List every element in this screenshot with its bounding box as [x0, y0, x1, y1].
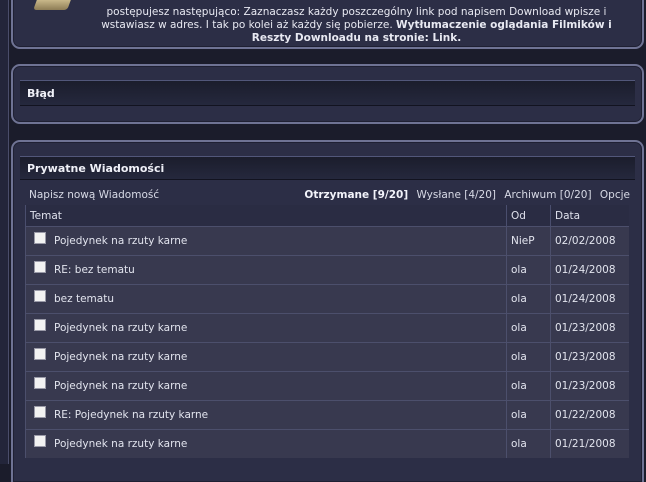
- pm-subnav: Napisz nową Wiadomość Otrzymane [9/20] W…: [27, 189, 630, 205]
- options-link[interactable]: Opcje: [600, 189, 630, 201]
- message-subject-link[interactable]: RE: Pojedynek na rzuty karne: [54, 409, 208, 421]
- select-checkbox[interactable]: [34, 232, 46, 244]
- table-row[interactable]: Pojedynek na rzuty karne ola 01/23/2008: [25, 313, 629, 343]
- message-subject-cell: Pojedynek na rzuty karne: [25, 342, 507, 372]
- message-from[interactable]: ola: [506, 400, 551, 430]
- folder-archive-link[interactable]: Archiwum [0/20]: [504, 189, 591, 201]
- message-subject-cell: Pojedynek na rzuty karne: [25, 313, 507, 343]
- message-subject-link[interactable]: Pojedynek na rzuty karne: [54, 380, 187, 392]
- table-row[interactable]: Pojedynek na rzuty karne ola 01/23/2008: [25, 342, 629, 372]
- message-subject-link[interactable]: Pojedynek na rzuty karne: [54, 235, 187, 247]
- table-row[interactable]: bez tematu ola 01/24/2008: [25, 284, 629, 314]
- select-checkbox[interactable]: [34, 377, 46, 389]
- select-checkbox[interactable]: [34, 348, 46, 360]
- info-line-1: postępujesz następująco: Zaznaczasz każd…: [106, 6, 607, 18]
- error-panel: Błąd: [11, 64, 644, 124]
- select-checkbox[interactable]: [34, 319, 46, 331]
- message-date: 02/02/2008: [550, 226, 629, 256]
- compose-message-link[interactable]: Napisz nową Wiadomość: [29, 189, 159, 201]
- select-checkbox[interactable]: [34, 406, 46, 418]
- select-checkbox[interactable]: [34, 435, 46, 447]
- message-date: 01/24/2008: [550, 255, 629, 285]
- message-date: 01/23/2008: [550, 342, 629, 372]
- table-row[interactable]: Pojedynek na rzuty karne ola 01/21/2008: [25, 429, 629, 458]
- info-line-2-text: wstawiasz w adres. I tak po kolei aż każ…: [101, 19, 397, 31]
- left-sidebar-edge: [0, 0, 9, 464]
- message-subject-link[interactable]: Pojedynek na rzuty karne: [54, 438, 187, 450]
- message-subject-cell: RE: Pojedynek na rzuty karne: [25, 400, 507, 430]
- message-subject-cell: RE: bez tematu: [25, 255, 507, 285]
- message-from[interactable]: ola: [506, 284, 551, 314]
- download-help-link[interactable]: Reszty Downloadu na stronie: Link.: [252, 32, 461, 44]
- pm-title: Prywatne Wiadomości: [20, 156, 635, 180]
- message-from[interactable]: ola: [506, 342, 551, 372]
- info-line-2-bold: Wytłumaczenie oglądania Filmików i: [396, 19, 612, 31]
- message-subject-cell: Pojedynek na rzuty karne: [25, 429, 507, 458]
- message-subject-link[interactable]: Pojedynek na rzuty karne: [54, 351, 187, 363]
- info-line-2: wstawiasz w adres. I tak po kolei aż każ…: [83, 19, 630, 32]
- message-subject-cell: bez tematu: [25, 284, 507, 314]
- messages-table: Temat Od Data Pojedynek na rzuty karne N…: [25, 205, 629, 458]
- message-date: 01/23/2008: [550, 371, 629, 401]
- message-date: 01/23/2008: [550, 313, 629, 343]
- folder-icon: [33, 0, 71, 10]
- info-line-3[interactable]: Reszty Downloadu na stronie: Link.: [83, 32, 630, 45]
- message-subject-link[interactable]: bez tematu: [54, 293, 114, 305]
- message-date: 01/22/2008: [550, 400, 629, 430]
- select-checkbox[interactable]: [34, 261, 46, 273]
- table-row[interactable]: Pojedynek na rzuty karne ola 01/23/2008: [25, 371, 629, 401]
- private-messages-panel: Prywatne Wiadomości Napisz nową Wiadomoś…: [11, 140, 644, 482]
- message-subject-link[interactable]: RE: bez tematu: [54, 264, 135, 276]
- info-text: postępujesz następująco: Zaznaczasz każd…: [83, 6, 630, 45]
- column-subject[interactable]: Temat: [25, 205, 507, 227]
- message-from[interactable]: NieP: [506, 226, 551, 256]
- message-from[interactable]: ola: [506, 429, 551, 458]
- table-row[interactable]: RE: bez tematu ola 01/24/2008: [25, 255, 629, 285]
- message-from[interactable]: ola: [506, 313, 551, 343]
- folder-links: Otrzymane [9/20] Wysłane [4/20] Archiwum…: [299, 189, 630, 201]
- message-date: 01/21/2008: [550, 429, 629, 458]
- message-subject-cell: Pojedynek na rzuty karne: [25, 226, 507, 256]
- column-from[interactable]: Od: [506, 205, 551, 227]
- message-date: 01/24/2008: [550, 284, 629, 314]
- info-panel: postępujesz następująco: Zaznaczasz każd…: [11, 0, 644, 49]
- table-row[interactable]: Pojedynek na rzuty karne NieP 02/02/2008: [25, 226, 629, 256]
- message-from[interactable]: ola: [506, 371, 551, 401]
- table-row[interactable]: RE: Pojedynek na rzuty karne ola 01/22/2…: [25, 400, 629, 430]
- message-subject-cell: Pojedynek na rzuty karne: [25, 371, 507, 401]
- error-title: Błąd: [20, 80, 635, 106]
- folder-inbox-link[interactable]: Otrzymane [9/20]: [304, 189, 408, 201]
- message-from[interactable]: ola: [506, 255, 551, 285]
- message-subject-link[interactable]: Pojedynek na rzuty karne: [54, 322, 187, 334]
- column-date[interactable]: Data: [550, 205, 629, 227]
- folder-sent-link[interactable]: Wysłane [4/20]: [416, 189, 496, 201]
- table-header-row: Temat Od Data: [25, 205, 629, 227]
- select-checkbox[interactable]: [34, 290, 46, 302]
